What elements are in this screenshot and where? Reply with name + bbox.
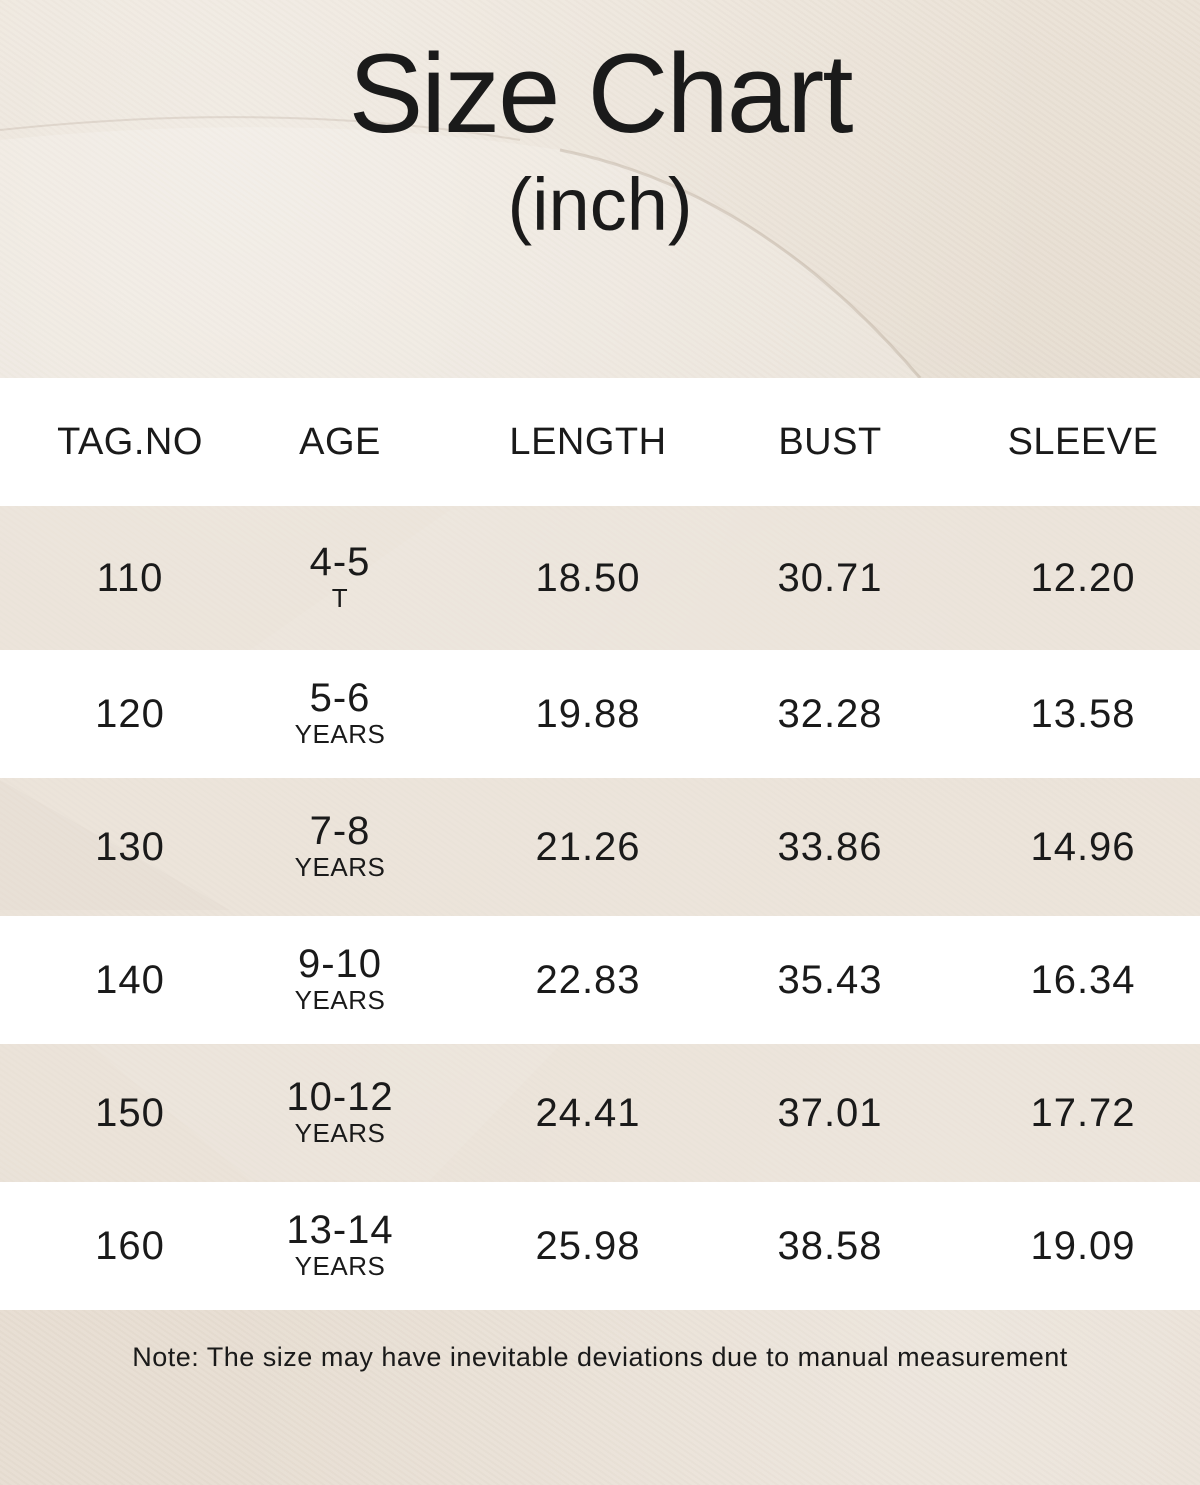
age-unit: YEARS xyxy=(294,852,386,883)
page-title: Size Chart xyxy=(348,31,854,156)
table-row: 130 7-8 YEARS 21.26 33.86 14.96 xyxy=(0,778,1200,916)
length-cell: 18.50 xyxy=(535,555,641,600)
table-row: 150 10-12 YEARS 24.41 37.01 17.72 xyxy=(0,1044,1200,1182)
measurement-note: Note: The size may have inevitable devia… xyxy=(132,1342,1068,1372)
age-range: 13-14 xyxy=(286,1208,394,1253)
bust-cell: 35.43 xyxy=(777,957,883,1002)
table-row: 110 4-5 T 18.50 30.71 12.20 xyxy=(0,506,1200,650)
length-cell: 21.26 xyxy=(535,824,641,869)
bust-cell: 32.28 xyxy=(777,691,883,736)
table-header-row: TAG.NO AGE LENGTH BUST SLEEVE xyxy=(0,378,1200,506)
unit-subtitle: (inch) xyxy=(507,163,693,246)
table-row: 120 5-6 YEARS 19.88 32.28 13.58 xyxy=(0,650,1200,778)
age-cell: 7-8 YEARS xyxy=(295,778,386,916)
header-tag: TAG.NO xyxy=(57,420,203,463)
bust-cell: 37.01 xyxy=(777,1090,883,1135)
header-age: AGE xyxy=(299,420,381,463)
bust-cell: 38.58 xyxy=(777,1223,883,1268)
age-range: 9-10 xyxy=(297,942,383,987)
length-cell: 24.41 xyxy=(535,1090,641,1135)
tag-cell: 160 xyxy=(95,1223,165,1268)
sleeve-cell: 17.72 xyxy=(1030,1090,1136,1135)
header: Size Chart (inch) xyxy=(0,0,1200,378)
bust-cell: 33.86 xyxy=(777,824,883,869)
length-cell: 22.83 xyxy=(535,957,641,1002)
table-row: 160 13-14 YEARS 25.98 38.58 19.09 xyxy=(0,1182,1200,1310)
age-range: 7-8 xyxy=(309,809,371,854)
age-unit: T xyxy=(331,583,349,614)
age-unit: YEARS xyxy=(294,719,386,750)
sleeve-cell: 13.58 xyxy=(1030,691,1136,736)
age-unit: YEARS xyxy=(294,1118,386,1149)
sleeve-cell: 19.09 xyxy=(1030,1223,1136,1268)
sleeve-cell: 12.20 xyxy=(1030,555,1136,600)
age-cell: 9-10 YEARS xyxy=(295,916,386,1044)
tag-cell: 150 xyxy=(95,1090,165,1135)
bust-cell: 30.71 xyxy=(777,555,883,600)
age-cell: 13-14 YEARS xyxy=(286,1182,393,1310)
header-sleeve: SLEEVE xyxy=(1007,420,1159,463)
tag-cell: 130 xyxy=(95,824,165,869)
age-cell: 5-6 YEARS xyxy=(295,650,386,778)
age-unit: YEARS xyxy=(294,985,386,1016)
age-range: 4-5 xyxy=(309,540,371,585)
tag-cell: 120 xyxy=(95,691,165,736)
tag-cell: 110 xyxy=(96,555,164,600)
sleeve-cell: 14.96 xyxy=(1030,824,1136,869)
length-cell: 25.98 xyxy=(535,1223,641,1268)
age-unit: YEARS xyxy=(294,1251,386,1282)
header-length: LENGTH xyxy=(509,420,667,463)
length-cell: 19.88 xyxy=(535,691,641,736)
age-range: 10-12 xyxy=(286,1075,394,1120)
table-row: 140 9-10 YEARS 22.83 35.43 16.34 xyxy=(0,916,1200,1044)
header-bust: BUST xyxy=(778,420,882,463)
sleeve-cell: 16.34 xyxy=(1030,957,1136,1002)
age-cell: 10-12 YEARS xyxy=(286,1044,393,1182)
tag-cell: 140 xyxy=(95,957,165,1002)
size-table: TAG.NO AGE LENGTH BUST SLEEVE 110 4-5 T … xyxy=(0,378,1200,1310)
age-cell: 4-5 T xyxy=(310,506,371,650)
age-range: 5-6 xyxy=(309,676,371,721)
